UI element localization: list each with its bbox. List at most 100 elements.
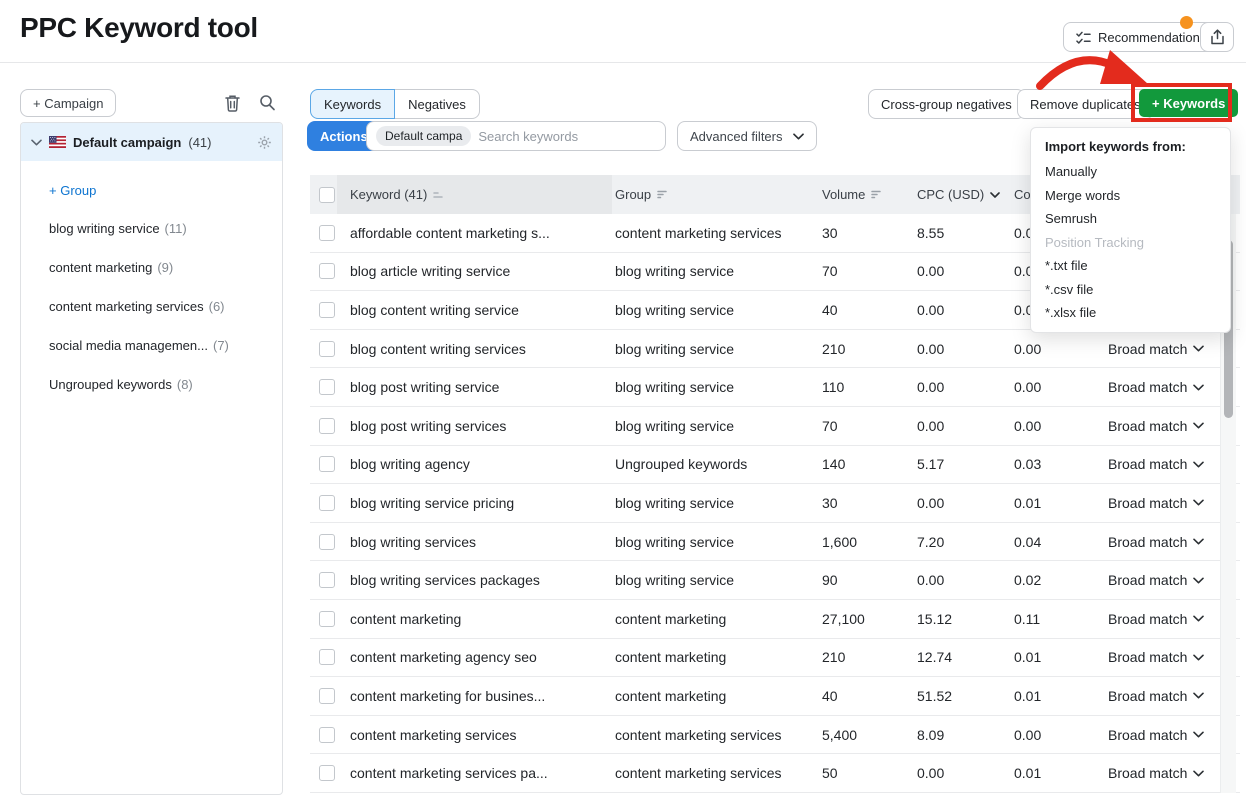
match-type-select[interactable]: Broad match	[1108, 688, 1204, 704]
recommendations-button[interactable]: Recommendations	[1063, 22, 1219, 52]
cross-group-negatives-button[interactable]: Cross-group negatives	[868, 89, 1025, 119]
column-header-keyword[interactable]: Keyword (41)	[337, 175, 612, 214]
match-type-select[interactable]: Broad match	[1108, 649, 1204, 665]
keyword-cell: content marketing for busines...	[337, 677, 612, 715]
import-menu-item[interactable]: Semrush	[1031, 207, 1230, 231]
row-checkbox[interactable]	[319, 341, 335, 357]
row-checkbox[interactable]	[319, 572, 335, 588]
add-keywords-button[interactable]: + Keywords	[1139, 89, 1238, 117]
row-checkbox[interactable]	[319, 688, 335, 704]
table-row: content marketing for busines... content…	[310, 677, 1240, 716]
import-menu-item[interactable]: Merge words	[1031, 184, 1230, 208]
trash-icon[interactable]	[222, 92, 243, 114]
chevron-down-icon	[31, 139, 42, 146]
table-row: blog content writing services blog writi…	[310, 330, 1240, 369]
chevron-down-icon	[1193, 499, 1204, 506]
table-row: content marketing services pa... content…	[310, 754, 1240, 793]
row-checkbox[interactable]	[319, 727, 335, 743]
match-type-select[interactable]: Broad match	[1108, 379, 1204, 395]
volume-cell: 1,600	[822, 534, 917, 550]
column-header-cpc[interactable]: CPC (USD)	[917, 187, 1014, 202]
group-list: + Group blog writing service (11) conten…	[21, 161, 282, 404]
row-checkbox[interactable]	[319, 302, 335, 318]
add-group-button[interactable]: + Group	[21, 171, 282, 209]
column-header-group[interactable]: Group	[612, 187, 822, 202]
row-checkbox[interactable]	[319, 495, 335, 511]
match-type-select[interactable]: Broad match	[1108, 727, 1204, 743]
chevron-down-icon	[1193, 345, 1204, 352]
table-row: blog writing agency Ungrouped keywords 1…	[310, 446, 1240, 485]
search-keywords-input[interactable]	[478, 129, 656, 144]
import-menu-item[interactable]: Position Tracking	[1031, 231, 1230, 255]
group-cell: content marketing	[612, 611, 822, 627]
volume-column-label: Volume	[822, 187, 865, 202]
row-checkbox[interactable]	[319, 225, 335, 241]
campaign-name: Default campaign	[73, 135, 181, 150]
column-header-volume[interactable]: Volume	[822, 187, 917, 202]
row-checkbox[interactable]	[319, 263, 335, 279]
add-campaign-button[interactable]: + Campaign	[20, 89, 116, 117]
cpc-cell: 7.20	[917, 534, 1014, 550]
competition-cell: 0.00	[1014, 379, 1100, 395]
keyword-cell: affordable content marketing s...	[337, 214, 612, 252]
match-type-select[interactable]: Broad match	[1108, 456, 1204, 472]
campaign-header[interactable]: Default campaign (41)	[21, 123, 282, 161]
recommendations-label: Recommendations	[1098, 30, 1206, 45]
competition-cell: 0.03	[1014, 456, 1100, 472]
sidebar-group-item[interactable]: social media managemen... (7)	[21, 326, 282, 365]
match-type-select[interactable]: Broad match	[1108, 765, 1204, 781]
group-cell: Ungrouped keywords	[612, 456, 822, 472]
group-name: content marketing services	[49, 299, 204, 314]
advanced-filters-button[interactable]: Advanced filters	[677, 121, 817, 151]
row-checkbox[interactable]	[319, 456, 335, 472]
cpc-cell: 0.00	[917, 341, 1014, 357]
group-name: Ungrouped keywords	[49, 377, 172, 392]
keyword-search-box[interactable]: Default campa	[366, 121, 666, 151]
match-type-select[interactable]: Broad match	[1108, 418, 1204, 434]
import-menu-item[interactable]: *.xlsx file	[1031, 301, 1230, 325]
group-cell: content marketing services	[612, 225, 822, 241]
match-type-select[interactable]: Broad match	[1108, 534, 1204, 550]
tab-negatives[interactable]: Negatives	[394, 89, 480, 119]
row-checkbox[interactable]	[319, 534, 335, 550]
tab-keywords[interactable]: Keywords	[310, 89, 395, 119]
sidebar-group-item[interactable]: content marketing services (6)	[21, 287, 282, 326]
volume-cell: 50	[822, 765, 917, 781]
select-all-cell	[310, 175, 337, 214]
row-checkbox[interactable]	[319, 765, 335, 781]
volume-cell: 30	[822, 225, 917, 241]
competition-cell: 0.01	[1014, 765, 1100, 781]
export-button[interactable]	[1200, 22, 1234, 52]
volume-cell: 90	[822, 572, 917, 588]
volume-cell: 40	[822, 302, 917, 318]
import-menu-item[interactable]: *.txt file	[1031, 254, 1230, 278]
import-menu-item[interactable]: *.csv file	[1031, 278, 1230, 302]
cpc-cell: 15.12	[917, 611, 1014, 627]
header-divider	[0, 62, 1246, 63]
competition-cell: 0.01	[1014, 688, 1100, 704]
competition-cell: 0.11	[1014, 611, 1100, 627]
volume-cell: 30	[822, 495, 917, 511]
import-menu-item[interactable]: Manually	[1031, 160, 1230, 184]
row-checkbox[interactable]	[319, 379, 335, 395]
sidebar-group-item[interactable]: content marketing (9)	[21, 248, 282, 287]
select-all-checkbox[interactable]	[319, 187, 335, 203]
competition-cell: 0.01	[1014, 649, 1100, 665]
sidebar-group-item[interactable]: blog writing service (11)	[21, 209, 282, 248]
match-type-label: Broad match	[1108, 727, 1187, 743]
row-checkbox[interactable]	[319, 649, 335, 665]
gear-icon[interactable]	[257, 135, 272, 150]
row-checkbox[interactable]	[319, 611, 335, 627]
match-type-select[interactable]: Broad match	[1108, 495, 1204, 511]
search-icon[interactable]	[257, 92, 278, 113]
match-type-select[interactable]: Broad match	[1108, 341, 1204, 357]
dropdown-items: ManuallyMerge wordsSemrushPosition Track…	[1031, 160, 1230, 325]
row-checkbox[interactable]	[319, 418, 335, 434]
group-count: (8)	[177, 377, 193, 392]
campaign-filter-chip[interactable]: Default campa	[376, 126, 471, 146]
match-type-select[interactable]: Broad match	[1108, 611, 1204, 627]
competition-cell: 0.04	[1014, 534, 1100, 550]
remove-duplicates-button[interactable]: Remove duplicates	[1017, 89, 1154, 119]
match-type-select[interactable]: Broad match	[1108, 572, 1204, 588]
sidebar-group-item[interactable]: Ungrouped keywords (8)	[21, 365, 282, 404]
